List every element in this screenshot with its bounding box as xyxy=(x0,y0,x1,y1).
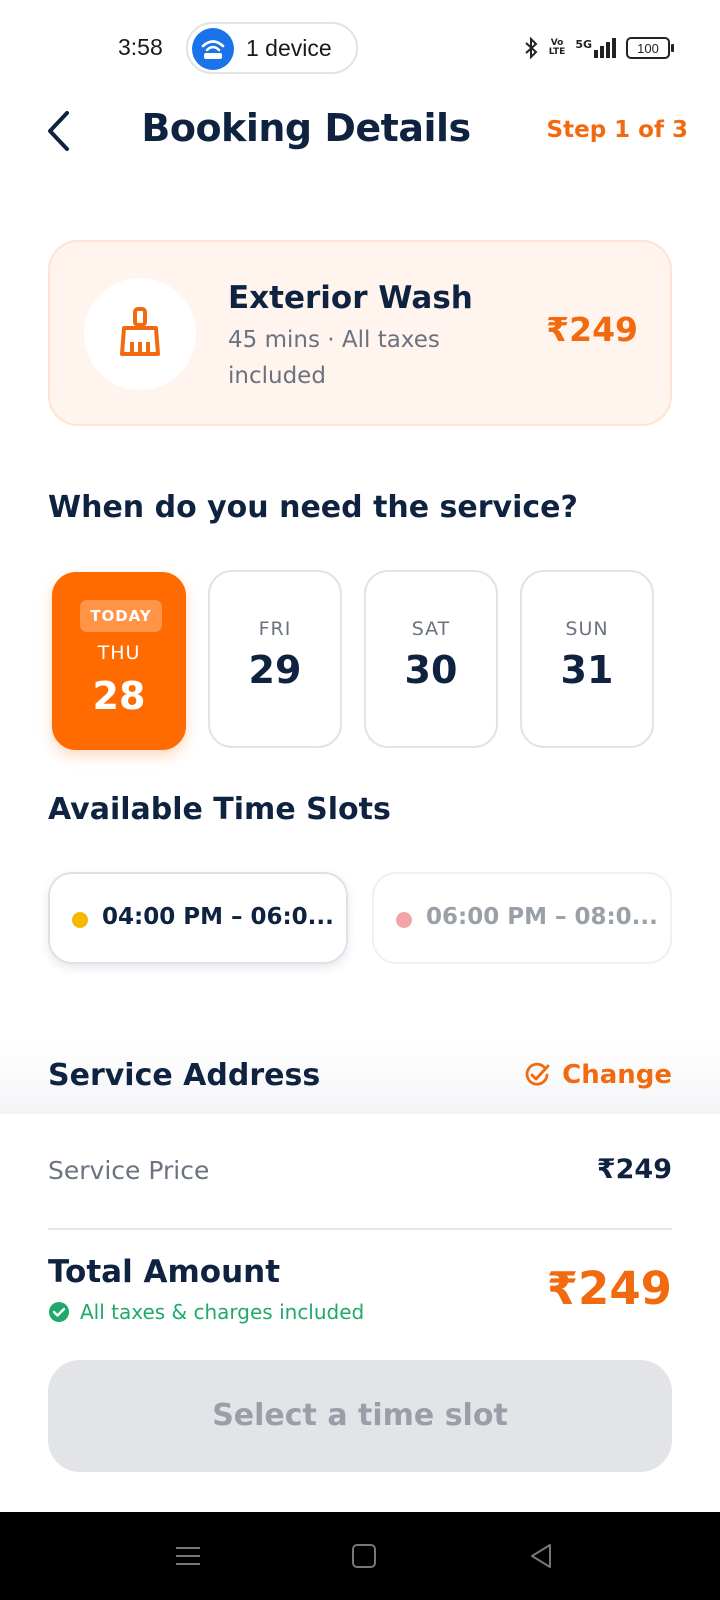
date-card-thu-28[interactable]: TODAY THU 28 xyxy=(52,572,186,750)
page-title: Booking Details xyxy=(141,106,471,150)
day-number: 29 xyxy=(248,648,302,692)
signal-icon: 5G xyxy=(575,38,616,58)
system-nav-bar xyxy=(0,1512,720,1600)
service-price-value: ₹249 xyxy=(596,1154,672,1185)
battery-icon: 100 xyxy=(626,37,674,59)
day-name: FRI xyxy=(258,618,292,640)
hotspot-icon xyxy=(192,28,234,70)
date-selector: TODAY THU 28 FRI 29 SAT 30 SUN 31 xyxy=(52,570,672,752)
edit-location-icon xyxy=(525,1062,550,1086)
day-name: THU xyxy=(97,642,141,664)
date-card-fri-29[interactable]: FRI 29 xyxy=(208,570,342,748)
time-slot-4pm[interactable]: 04:00 PM – 06:0... xyxy=(48,872,348,964)
slot-label: 06:00 PM – 08:0... xyxy=(426,904,656,930)
change-label: Change xyxy=(562,1060,672,1090)
day-name: SAT xyxy=(411,618,451,640)
back-nav-button[interactable] xyxy=(526,1540,558,1572)
slots-title: Available Time Slots xyxy=(48,792,391,827)
check-circle-icon xyxy=(49,1302,69,1322)
change-address-button[interactable]: Change xyxy=(524,1060,672,1090)
day-number: 31 xyxy=(560,648,614,692)
service-price-label: Service Price xyxy=(48,1156,210,1185)
bluetooth-icon xyxy=(525,36,538,60)
tax-note-text: All taxes & charges included xyxy=(80,1300,365,1324)
address-title: Service Address xyxy=(48,1058,321,1093)
home-nav-button[interactable] xyxy=(348,1540,380,1572)
status-clock: 3:58 xyxy=(118,34,163,60)
brush-icon xyxy=(120,307,160,356)
divider xyxy=(48,1228,672,1230)
total-amount-value: ₹249 xyxy=(546,1262,672,1315)
menu-nav-button[interactable] xyxy=(172,1540,204,1572)
service-card: Exterior Wash 45 mins · All taxes includ… xyxy=(48,240,672,426)
hotspot-label: 1 device xyxy=(246,35,332,61)
service-meta: 45 mins · All taxes included xyxy=(228,327,440,389)
day-name: SUN xyxy=(565,618,609,640)
summary-panel: Service Price ₹249 Total Amount All taxe… xyxy=(0,1114,720,1512)
slot-status-dot xyxy=(396,912,412,928)
today-badge: TODAY xyxy=(80,600,162,632)
service-price: ₹249 xyxy=(546,310,638,349)
step-indicator: Step 1 of 3 xyxy=(546,117,688,143)
schedule-title: When do you need the service? xyxy=(48,490,578,525)
volte-icon: Vo LTE xyxy=(548,38,566,57)
status-bar: 3:58 1 device Vo LTE 5G 100 xyxy=(0,0,720,96)
date-card-sun-31[interactable]: SUN 31 xyxy=(520,570,654,748)
system-icons: Vo LTE 5G 100 xyxy=(523,30,674,66)
date-card-sat-30[interactable]: SAT 30 xyxy=(364,570,498,748)
tax-note: All taxes & charges included xyxy=(48,1300,364,1324)
menu-icon xyxy=(176,1547,200,1565)
hotspot-indicator[interactable]: 1 device xyxy=(186,22,358,74)
home-square-icon xyxy=(352,1544,376,1568)
select-time-slot-button[interactable]: Select a time slot xyxy=(48,1360,672,1472)
slot-label: 04:00 PM – 06:0... xyxy=(102,904,332,930)
slot-status-dot xyxy=(72,912,88,928)
triangle-back-icon xyxy=(531,1544,551,1568)
total-amount-label: Total Amount xyxy=(48,1254,281,1290)
time-slot-6pm[interactable]: 06:00 PM – 08:0... xyxy=(372,872,672,964)
service-icon-container xyxy=(84,278,196,390)
day-number: 30 xyxy=(404,648,458,692)
service-name: Exterior Wash xyxy=(228,280,473,316)
day-number: 28 xyxy=(92,674,146,718)
